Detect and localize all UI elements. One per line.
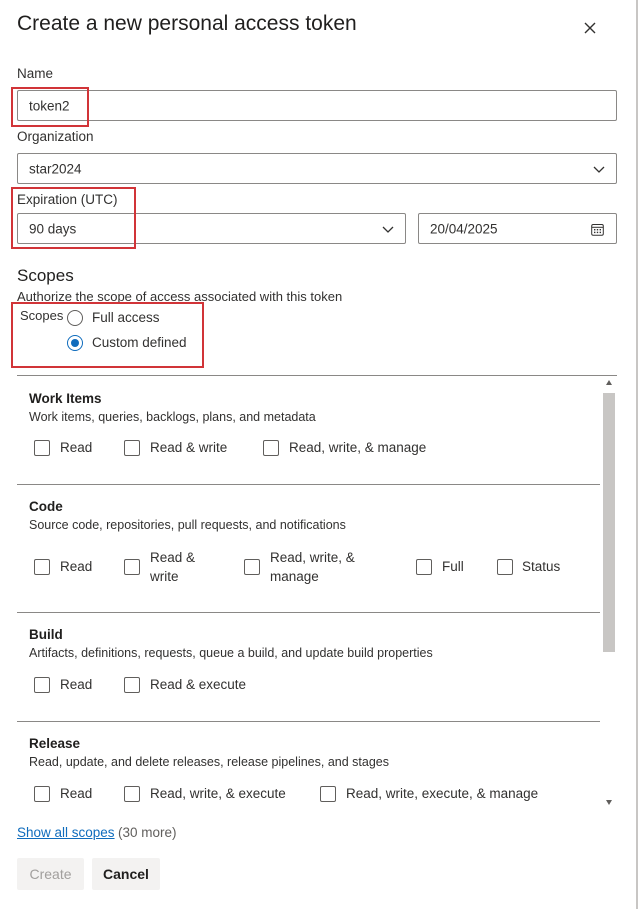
section-title: Release xyxy=(29,736,81,751)
expiration-label: Expiration (UTC) xyxy=(17,192,118,207)
checkbox-release-read[interactable] xyxy=(34,786,50,802)
organization-label: Organization xyxy=(17,129,94,144)
section-description: Work items, queries, backlogs, plans, an… xyxy=(29,410,316,424)
checkbox-label[interactable]: Status xyxy=(522,557,560,576)
checkbox-work-items-read[interactable] xyxy=(34,440,50,456)
section-title: Code xyxy=(29,499,63,514)
checkbox-label[interactable]: Read, write, execute, & manage xyxy=(346,784,538,803)
checkbox-label[interactable]: Read xyxy=(60,557,92,576)
checkbox-code-manage[interactable] xyxy=(244,559,260,575)
section-title: Work Items xyxy=(29,391,102,406)
scope-section-build: Build Artifacts, definitions, requests, … xyxy=(17,613,600,722)
organization-select[interactable]: star2024 xyxy=(17,153,617,184)
checkbox-label[interactable]: Read & execute xyxy=(150,675,246,694)
checkbox-build-read-execute[interactable] xyxy=(124,677,140,693)
scroll-up-arrow-icon[interactable] xyxy=(606,380,612,385)
scopes-description: Authorize the scope of access associated… xyxy=(17,289,343,304)
expiration-select[interactable]: 90 days xyxy=(17,213,406,244)
name-label: Name xyxy=(17,66,54,81)
checkbox-work-items-read-write[interactable] xyxy=(124,440,140,456)
checkbox-build-read[interactable] xyxy=(34,677,50,693)
checkbox-code-read-write[interactable] xyxy=(124,559,140,575)
checkbox-label[interactable]: Read & write xyxy=(150,548,210,586)
checkbox-label[interactable]: Read & write xyxy=(150,438,227,457)
chevron-down-icon xyxy=(382,226,394,233)
checkbox-label[interactable]: Read, write, & execute xyxy=(150,784,286,803)
scopes-heading: Scopes xyxy=(17,266,74,285)
section-title: Build xyxy=(29,627,63,642)
checkbox-label[interactable]: Full xyxy=(442,557,464,576)
scroll-down-arrow-icon[interactable] xyxy=(606,800,612,805)
create-button[interactable]: Create xyxy=(17,858,84,890)
organization-value: star2024 xyxy=(29,161,82,176)
close-icon[interactable] xyxy=(580,18,600,38)
checkbox-code-full[interactable] xyxy=(416,559,432,575)
scopes-radio-label: Scopes xyxy=(20,308,64,323)
name-input[interactable]: token2 xyxy=(17,90,617,121)
chevron-down-icon xyxy=(593,166,605,173)
checkbox-label[interactable]: Read xyxy=(60,438,92,457)
section-description: Source code, repositories, pull requests… xyxy=(29,518,346,532)
scope-section-code: Code Source code, repositories, pull req… xyxy=(17,485,600,613)
radio-full-access-label[interactable]: Full access xyxy=(92,310,160,325)
dialog-right-edge xyxy=(636,0,638,909)
expiration-value: 90 days xyxy=(29,221,77,236)
calendar-icon[interactable] xyxy=(591,223,604,236)
more-scopes-count: (30 more) xyxy=(118,825,177,840)
radio-custom-defined[interactable] xyxy=(67,335,83,351)
expiration-date-value: 20/04/2025 xyxy=(430,221,498,236)
checkbox-label[interactable]: Read, write, & manage xyxy=(270,548,370,586)
show-all-scopes-link[interactable]: Show all scopes xyxy=(17,825,115,840)
scope-section-work-items: Work Items Work items, queries, backlogs… xyxy=(17,376,600,485)
checkbox-label[interactable]: Read, write, & manage xyxy=(289,438,426,457)
checkbox-release-manage[interactable] xyxy=(320,786,336,802)
checkbox-work-items-manage[interactable] xyxy=(263,440,279,456)
checkbox-label[interactable]: Read xyxy=(60,675,92,694)
checkbox-code-read[interactable] xyxy=(34,559,50,575)
checkbox-code-status[interactable] xyxy=(497,559,513,575)
scrollbar-thumb[interactable] xyxy=(603,393,615,652)
scope-section-release: Release Read, update, and delete release… xyxy=(17,722,600,809)
scopes-list: Work Items Work items, queries, backlogs… xyxy=(17,375,617,809)
expiration-date-input[interactable]: 20/04/2025 xyxy=(418,213,617,244)
dialog-title: Create a new personal access token xyxy=(17,12,357,35)
section-description: Read, update, and delete releases, relea… xyxy=(29,755,389,769)
cancel-button[interactable]: Cancel xyxy=(92,858,160,890)
radio-full-access[interactable] xyxy=(67,310,83,326)
name-value: token2 xyxy=(29,98,70,113)
checkbox-release-read-write-execute[interactable] xyxy=(124,786,140,802)
checkbox-label[interactable]: Read xyxy=(60,784,92,803)
radio-custom-defined-label[interactable]: Custom defined xyxy=(92,335,187,350)
section-description: Artifacts, definitions, requests, queue … xyxy=(29,646,433,660)
